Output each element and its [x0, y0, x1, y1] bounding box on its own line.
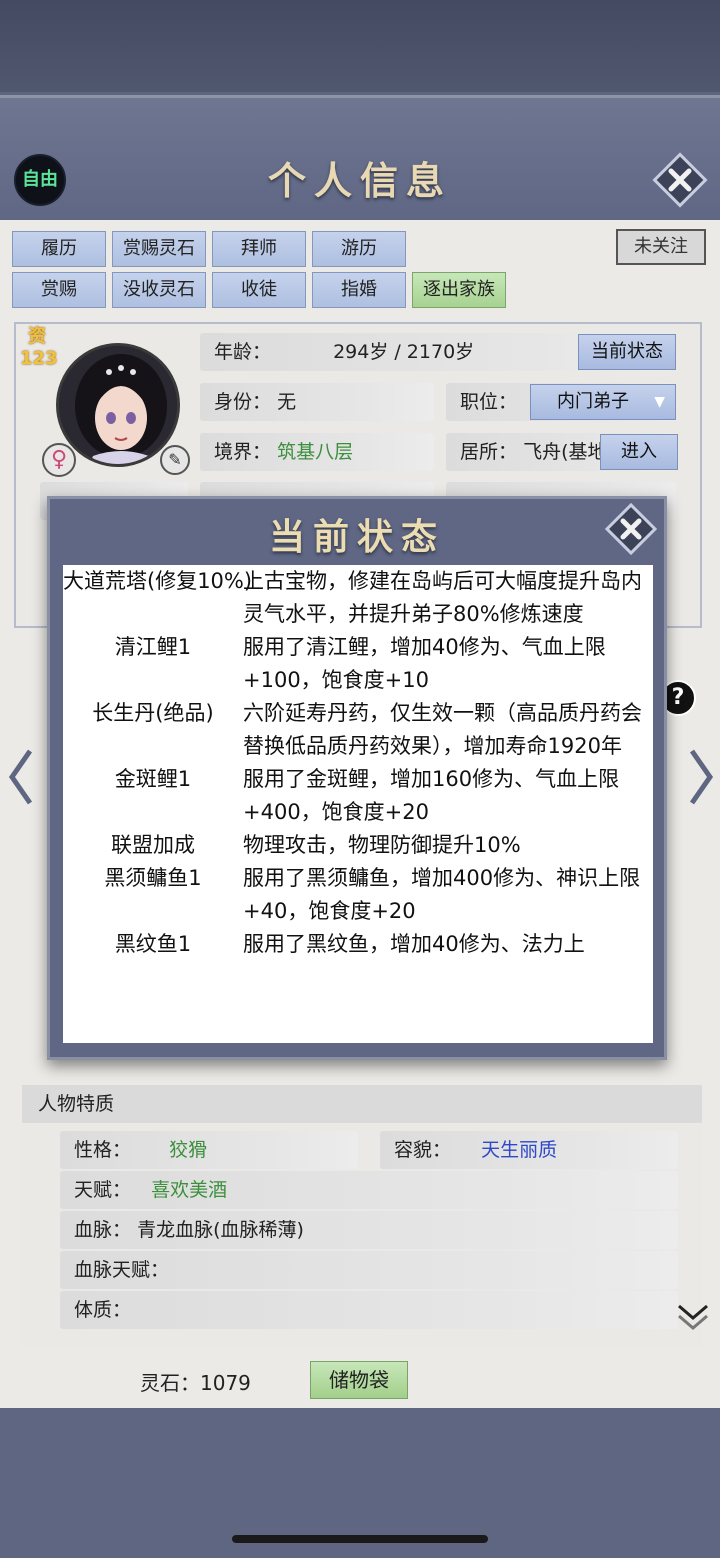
tab-confiscate-stones[interactable]: 没收灵石	[112, 272, 206, 308]
bloodline-field: 血脉： 青龙血脉(血脉稀薄)	[60, 1211, 678, 1249]
status-item-desc: 上古宝物，修建在岛屿后可大幅度提升岛内灵气水平，并提升弟子80%修炼速度	[243, 569, 642, 626]
status-item-name: 黑须鳙鱼1	[104, 866, 202, 890]
tab-expel[interactable]: 逐出家族	[412, 272, 506, 308]
identity-field: 身份： 无	[200, 383, 434, 421]
status-item: 清江鲤1 服用了清江鲤，增加40修为、气血上限+100，饱食度+10	[63, 631, 653, 697]
right-arrow-icon[interactable]	[686, 745, 718, 822]
tab-recruit[interactable]: 收徒	[212, 272, 306, 308]
status-item-name: 联盟加成	[111, 833, 195, 857]
tab-resume[interactable]: 履历	[12, 231, 106, 267]
realm-value: 筑基八层	[277, 441, 354, 463]
tab-reward[interactable]: 赏赐	[12, 272, 106, 308]
free-mode-button[interactable]: 自由	[14, 154, 66, 206]
dropdown-icon: ▼	[654, 394, 665, 410]
residence-label: 居所：	[460, 441, 518, 463]
home-indicator[interactable]	[232, 1535, 488, 1543]
tab-reward-stones[interactable]: 赏赐灵石	[112, 231, 206, 267]
identity-value: 无	[277, 391, 297, 413]
position-dropdown[interactable]: 内门弟子 ▼	[530, 384, 676, 420]
status-item-name: 黑纹鱼1	[114, 932, 192, 956]
tab-travel[interactable]: 游历	[312, 231, 406, 267]
realm-label: 境界：	[214, 441, 272, 463]
spirit-stones: 灵石：1079	[140, 1368, 251, 1398]
bloodline-talent-label: 血脉天赋：	[74, 1259, 170, 1281]
enter-button[interactable]: 进入	[600, 434, 678, 470]
traits-section-title: 人物特质	[22, 1085, 702, 1123]
current-status-button[interactable]: 当前状态	[578, 334, 676, 370]
talent-field: 天赋： 喜欢美酒	[60, 1171, 678, 1209]
status-item-name: 长生丹(绝品)	[92, 701, 214, 725]
storage-bag-button[interactable]: 储物袋	[310, 1361, 408, 1399]
personality-label: 性格：	[74, 1139, 132, 1161]
top-bar	[0, 0, 720, 92]
personality-value: 狡猾	[169, 1139, 208, 1161]
follow-button[interactable]: 未关注	[616, 229, 706, 265]
physique-label: 体质：	[74, 1299, 132, 1321]
aptitude-badge: 资 123	[20, 326, 58, 370]
identity-label: 身份：	[214, 391, 272, 413]
tab-marriage[interactable]: 指婚	[312, 272, 406, 308]
aptitude-label: 资	[28, 326, 46, 347]
position-value: 内门弟子	[557, 391, 629, 412]
status-item-desc: 物理攻击，物理防御提升10%	[243, 833, 521, 857]
age-label: 年龄：	[214, 341, 272, 363]
status-item: 金斑鲤1 服用了金斑鲤，增加160修为、气血上限+400，饱食度+20	[63, 763, 653, 829]
spirit-stones-label: 灵石：	[140, 1371, 200, 1395]
status-item: 黑纹鱼1 服用了黑纹鱼，增加40修为、法力上	[63, 928, 653, 961]
page-title: 个人信息	[267, 158, 452, 203]
talent-value: 喜欢美酒	[151, 1179, 228, 1201]
tab-apprentice[interactable]: 拜师	[212, 231, 306, 267]
appearance-value: 天生丽质	[481, 1139, 558, 1161]
status-item-name: 清江鲤1	[114, 635, 192, 659]
bloodline-label: 血脉：	[74, 1219, 132, 1241]
status-item-name: 大道荒塔(修复10%)	[63, 569, 253, 593]
talent-label: 天赋：	[74, 1179, 132, 1201]
chevron-down-icon[interactable]	[676, 1300, 710, 1336]
status-item: 大道荒塔(修复10%) 上古宝物，修建在岛屿后可大幅度提升岛内灵气水平，并提升弟…	[63, 565, 653, 631]
status-close-button[interactable]	[604, 502, 658, 556]
status-item-desc: 服用了金斑鲤，增加160修为、气血上限+400，饱食度+20	[243, 767, 620, 824]
bloodline-value: 青龙血脉(血脉稀薄)	[137, 1219, 304, 1241]
appearance-label: 容貌：	[394, 1139, 452, 1161]
bloodline-talent-field: 血脉天赋：	[60, 1251, 678, 1289]
status-item-desc: 服用了黑须鳙鱼，增加400修为、神识上限+40，饱食度+20	[243, 866, 641, 923]
appearance-field: 容貌： 天生丽质	[380, 1131, 678, 1169]
female-icon: ♀	[42, 443, 76, 477]
status-item: 长生丹(绝品) 六阶延寿丹药，仅生效一颗（高品质丹药会替换低品质丹药效果），增加…	[63, 697, 653, 763]
close-icon	[604, 502, 658, 556]
position-label: 职位：	[460, 391, 518, 413]
close-icon	[652, 152, 708, 208]
status-item-name: 金斑鲤1	[114, 767, 192, 791]
close-button[interactable]	[652, 152, 708, 208]
status-list[interactable]: 大道荒塔(修复10%) 上古宝物，修建在岛屿后可大幅度提升岛内灵气水平，并提升弟…	[63, 565, 653, 1043]
status-item: 联盟加成 物理攻击，物理防御提升10%	[63, 829, 653, 862]
status-item: 黑须鳙鱼1 服用了黑须鳙鱼，增加400修为、神识上限+40，饱食度+20	[63, 862, 653, 928]
status-item-desc: 服用了黑纹鱼，增加40修为、法力上	[243, 932, 585, 956]
residence-value: 飞舟(基地	[523, 441, 607, 463]
status-item-desc: 六阶延寿丹药，仅生效一颗（高品质丹药会替换低品质丹药效果），增加寿命1920年	[243, 701, 642, 758]
physique-field: 体质：	[60, 1291, 678, 1329]
age-value: 294岁 / 2170岁	[333, 341, 475, 363]
status-dialog-title: 当前状态	[268, 516, 445, 558]
avatar	[56, 343, 180, 467]
left-arrow-icon[interactable]	[4, 745, 36, 822]
personality-field: 性格： 狡猾	[60, 1131, 358, 1169]
spirit-stones-value: 1079	[200, 1371, 251, 1395]
status-item-desc: 服用了清江鲤，增加40修为、气血上限+100，饱食度+10	[243, 635, 606, 692]
aptitude-value: 123	[20, 348, 58, 369]
realm-field: 境界： 筑基八层	[200, 433, 434, 471]
brush-icon[interactable]: ✎	[160, 445, 190, 475]
